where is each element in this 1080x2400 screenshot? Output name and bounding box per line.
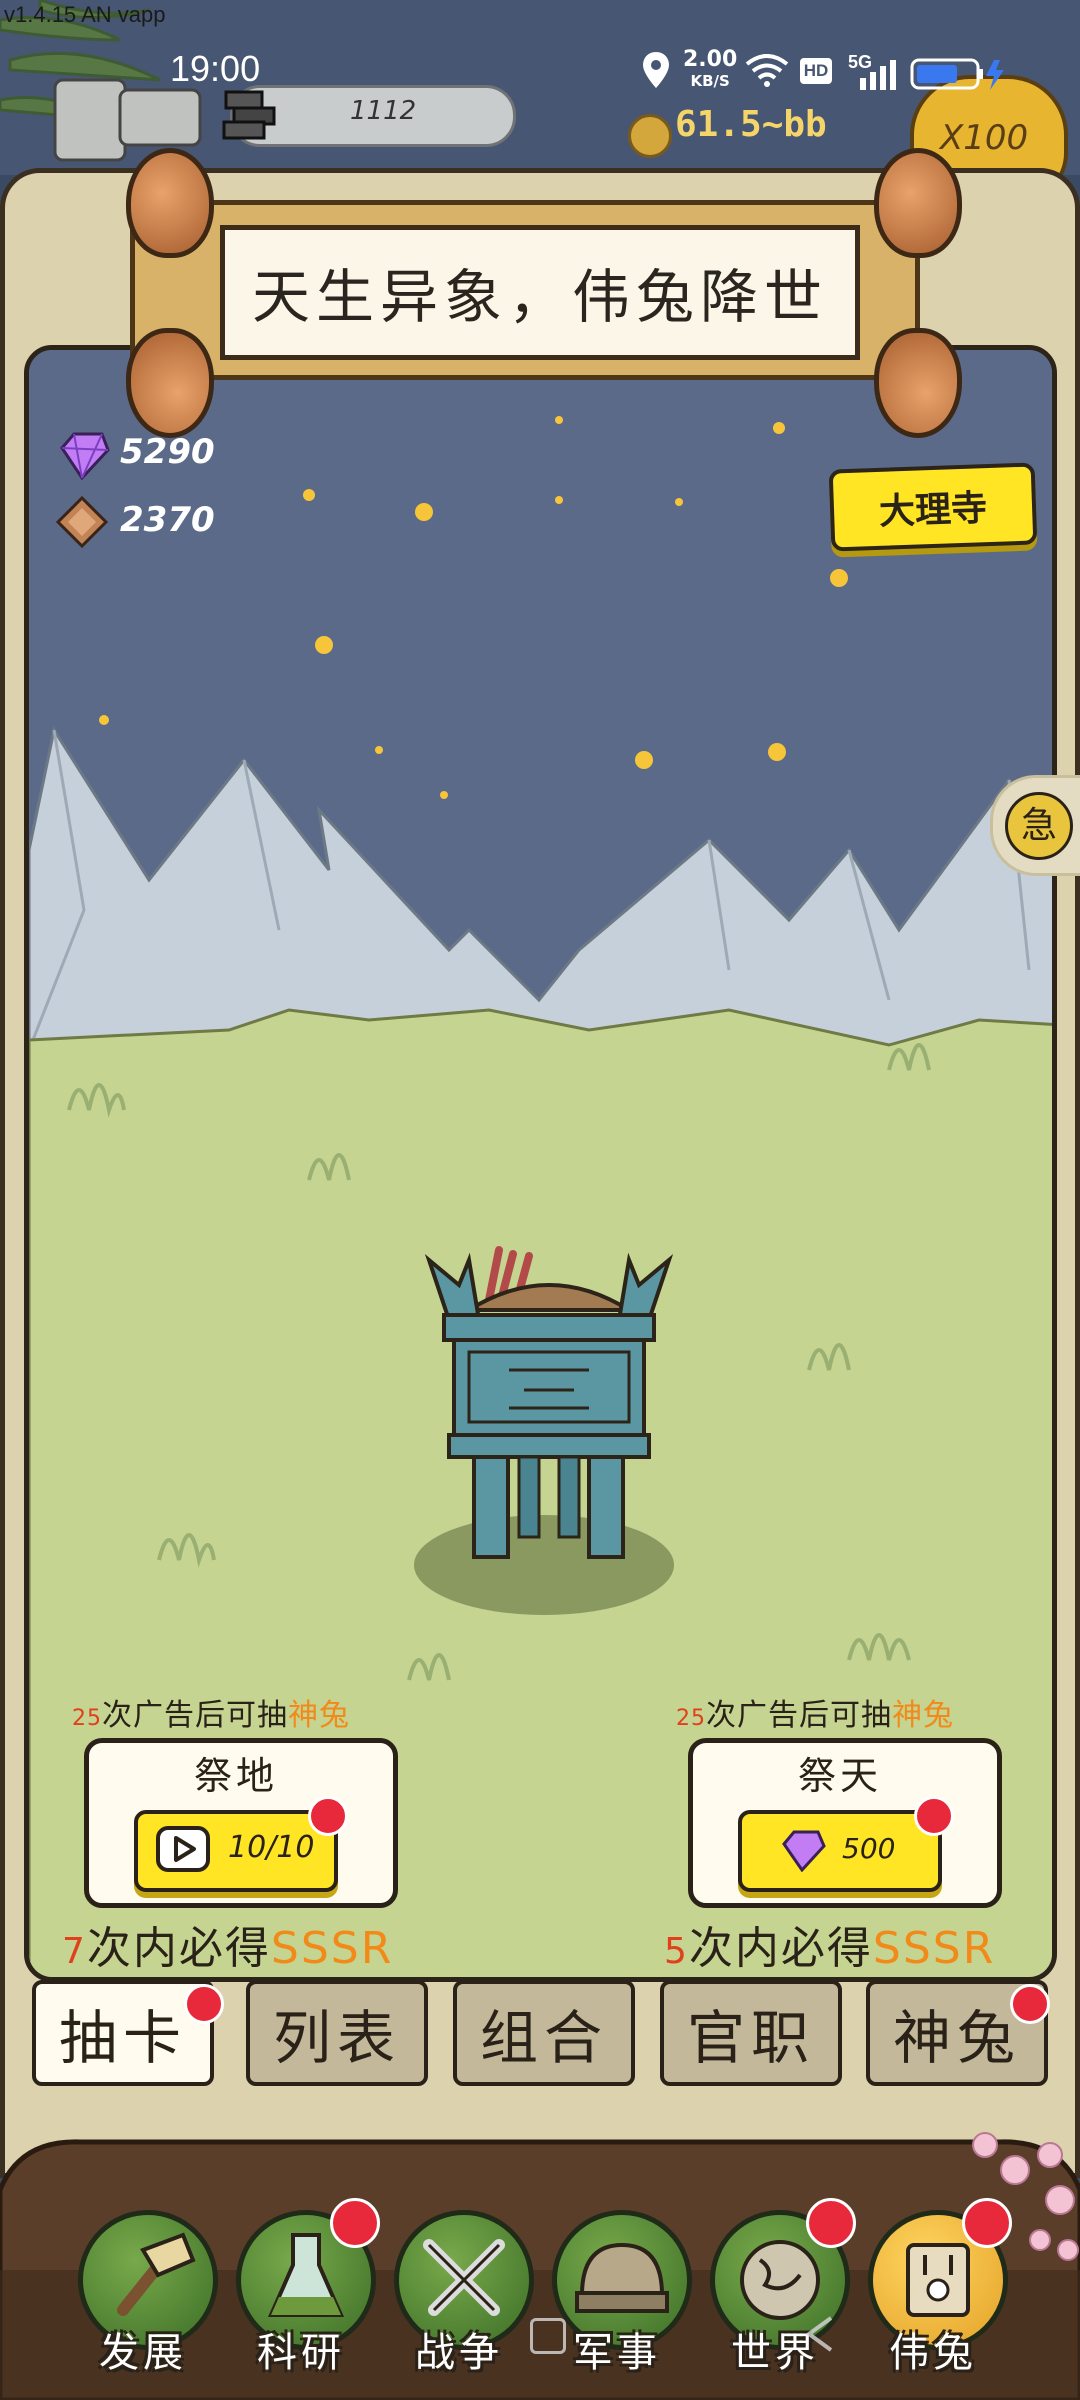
scroll-knob-bottom-left xyxy=(126,328,214,438)
bronze-cauldron-altar[interactable] xyxy=(419,1240,679,1570)
tab-combo[interactable]: 组合 xyxy=(453,1980,635,2086)
left-guarantee-text: 7次内必得SSSR xyxy=(62,1923,394,1974)
side-button-icon: 急 xyxy=(1005,792,1073,860)
video-ad-icon xyxy=(156,1826,210,1872)
nav-world-badge xyxy=(806,2198,856,2248)
app-version: v1.4.15 AN vapp xyxy=(4,2,166,27)
nav-develop-label: 发展 xyxy=(99,2330,187,2376)
multiplier-label: X100 xyxy=(940,118,1029,158)
location-icon xyxy=(643,52,669,88)
bronze-ore-icon xyxy=(56,496,108,548)
left-ad-hint: 25次广告后可抽神兔 xyxy=(72,1698,350,1733)
hd-badge: HD xyxy=(800,58,832,84)
brick-stack-icon xyxy=(222,90,276,140)
earth-sacrifice-button[interactable]: 10/10 xyxy=(134,1810,338,1892)
ore-count: 2370 xyxy=(120,500,215,540)
nav-rabbit-label: 伟兔 xyxy=(889,2330,977,2376)
heaven-sacrifice-title: 祭天 xyxy=(797,1754,882,1798)
wifi-icon xyxy=(745,54,789,87)
scroll-knob-top-left xyxy=(126,148,214,258)
banner-title: 天生异象，伟兔降世 xyxy=(251,263,828,331)
heaven-sacrifice-badge xyxy=(914,1796,954,1836)
nav-rabbit-badge xyxy=(962,2198,1012,2248)
purple-gem-icon xyxy=(782,1830,826,1872)
right-ad-hint: 25次广告后可抽神兔 xyxy=(676,1698,954,1733)
gem-count: 5290 xyxy=(120,432,215,472)
gem-cost: 500 xyxy=(842,1832,896,1865)
side-quick-button[interactable]: 急 xyxy=(990,775,1080,876)
population-value: 1112 xyxy=(350,96,417,126)
heaven-sacrifice-button[interactable]: 500 xyxy=(738,1810,942,1892)
tab-draw-badge xyxy=(184,1984,224,2024)
earth-sacrifice-badge xyxy=(308,1796,348,1836)
earth-sacrifice-title: 祭地 xyxy=(193,1754,278,1798)
coin-amount: 61.5~bb xyxy=(675,104,827,145)
nav-war-label: 战争 xyxy=(415,2330,503,2376)
nav-research-label: 科研 xyxy=(257,2330,345,2376)
scroll-knob-bottom-right xyxy=(874,328,962,438)
coin-icon xyxy=(628,114,672,158)
network-speed: 2.00 KB/S xyxy=(683,47,738,91)
gacha-scene xyxy=(24,345,1057,1982)
dali-temple-button[interactable]: 大理寺 xyxy=(828,462,1038,552)
tab-list[interactable]: 列表 xyxy=(246,1980,428,2086)
nav-research-badge xyxy=(330,2198,380,2248)
battery-charging-icon xyxy=(910,58,1004,90)
purple-gem-icon xyxy=(60,432,110,480)
right-guarantee-text: 5次内必得SSSR xyxy=(664,1923,996,1974)
system-home-button[interactable] xyxy=(530,2318,566,2354)
scroll-knob-top-right xyxy=(874,148,962,258)
signal-bars-icon xyxy=(860,60,896,90)
ad-count: 10/10 xyxy=(228,1830,315,1865)
system-back-icon[interactable] xyxy=(805,2316,835,2352)
tab-office[interactable]: 官职 xyxy=(660,1980,842,2086)
tab-divine-rabbit-badge xyxy=(1010,1984,1050,2024)
status-time: 19:00 xyxy=(170,48,261,89)
